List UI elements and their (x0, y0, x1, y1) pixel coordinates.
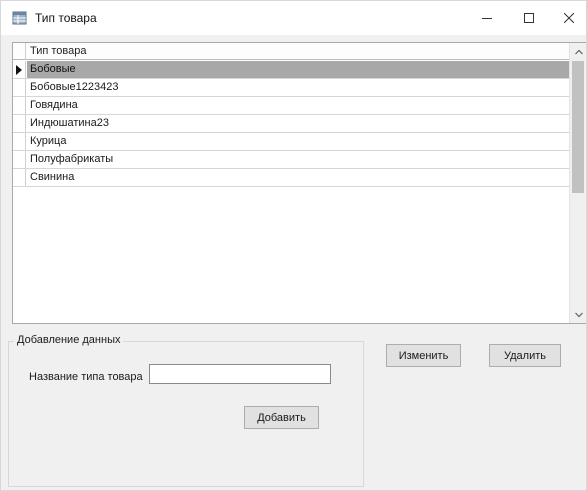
database-table-icon (12, 10, 28, 26)
table-row[interactable]: Говядина (13, 97, 569, 115)
table-cell[interactable]: Курица (30, 135, 66, 147)
maximize-icon (524, 13, 534, 23)
maximize-button[interactable] (509, 1, 549, 35)
scrollbar-thumb[interactable] (572, 61, 584, 193)
window-title: Тип товара (35, 11, 97, 25)
row-header[interactable] (13, 79, 26, 96)
main-window: Тип товара Тип товара Бобовые Бобовые122… (0, 0, 587, 491)
close-button[interactable] (549, 1, 587, 35)
scroll-down-button[interactable] (570, 306, 587, 323)
table-row[interactable]: Свинина (13, 169, 569, 187)
row-header[interactable] (13, 169, 26, 186)
table-row[interactable]: Бобовые1223423 (13, 79, 569, 97)
grid-header: Тип товара (13, 43, 569, 60)
vertical-scrollbar[interactable] (569, 43, 586, 323)
close-icon (564, 13, 574, 23)
minimize-button[interactable] (467, 1, 507, 35)
table-cell[interactable]: Бобовые (30, 63, 76, 75)
table-row[interactable]: Полуфабрикаты (13, 151, 569, 169)
chevron-down-icon (574, 312, 583, 317)
row-header[interactable] (13, 151, 26, 168)
delete-button[interactable]: Удалить (489, 344, 561, 367)
groupbox-title: Добавление данных (14, 334, 124, 346)
table-cell[interactable]: Свинина (30, 171, 74, 183)
column-header-product-type[interactable]: Тип товара (30, 45, 87, 57)
table-cell[interactable]: Индюшатина23 (30, 117, 109, 129)
row-header-corner (13, 43, 26, 59)
row-header[interactable] (13, 61, 26, 78)
chevron-up-icon (574, 49, 583, 54)
edit-button[interactable]: Изменить (386, 344, 461, 367)
grid-body: Бобовые Бобовые1223423 Говядина Индюшати… (13, 61, 569, 187)
minimize-icon (482, 18, 492, 19)
selection-highlight (27, 61, 569, 78)
row-header[interactable] (13, 115, 26, 132)
row-header[interactable] (13, 97, 26, 114)
table-row[interactable]: Бобовые (13, 61, 569, 79)
scroll-up-button[interactable] (570, 43, 587, 60)
product-type-name-input[interactable] (149, 364, 331, 384)
product-type-grid[interactable]: Тип товара Бобовые Бобовые1223423 Говяди… (12, 42, 586, 324)
title-bar[interactable]: Тип товара (1, 1, 586, 35)
table-cell[interactable]: Говядина (30, 99, 78, 111)
row-header[interactable] (13, 133, 26, 150)
table-row[interactable]: Курица (13, 133, 569, 151)
table-row[interactable]: Индюшатина23 (13, 115, 569, 133)
table-cell[interactable]: Бобовые1223423 (30, 81, 118, 93)
table-cell[interactable]: Полуфабрикаты (30, 153, 113, 165)
current-row-arrow-icon (16, 65, 22, 75)
add-button[interactable]: Добавить (244, 406, 319, 429)
product-type-name-label: Название типа товара (29, 371, 143, 383)
